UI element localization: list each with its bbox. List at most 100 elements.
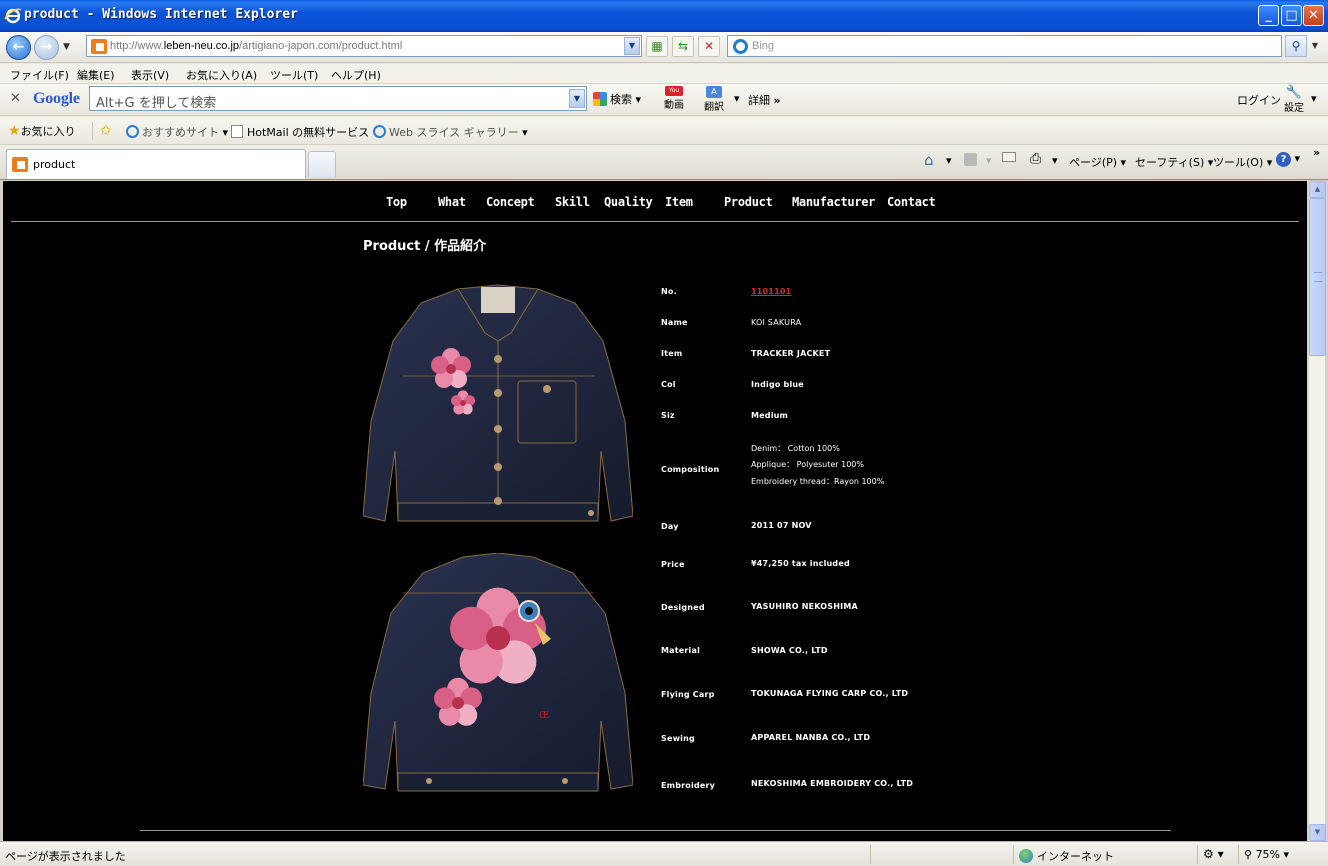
recent-pages-dropdown-icon[interactable]: ▼ (63, 42, 70, 52)
stop-icon[interactable]: ✕ (698, 36, 720, 57)
search-options-dropdown-icon[interactable]: ▼ (1308, 35, 1322, 57)
web-slice-gallery-link[interactable]: Web スライス ギャラリー ▾ (373, 124, 528, 140)
window-title: product - Windows Internet Explorer (24, 7, 298, 22)
spec-price-value: ¥47,250 tax included (751, 559, 850, 568)
nav-product[interactable]: Product (724, 195, 773, 209)
bing-icon (733, 39, 748, 54)
youtube-video-button[interactable]: You 動画 (664, 86, 684, 111)
address-url[interactable]: http://www.leben-neu.co.jp/artigiano-jap… (110, 40, 402, 52)
close-button[interactable]: ✕ (1303, 5, 1324, 26)
spec-day-value: 2011 07 NOV (751, 521, 812, 530)
zoom-level[interactable]: ⚲ 75% ▾ (1244, 848, 1289, 861)
menu-view[interactable]: 表示(V) (131, 67, 169, 83)
hotmail-link[interactable]: HotMail の無料サービス (231, 124, 369, 140)
wrench-icon: 🔧 (1285, 85, 1303, 100)
page-menu[interactable]: ページ(P) ▾ (1069, 154, 1126, 170)
tab-bar: product » ⌂ ▾ ▾ ⎙ ▾ ページ(P) ▾ セーフティ(S) ▾ … (0, 145, 1328, 179)
google-search-dropdown-icon[interactable]: ▼ (569, 89, 585, 108)
google-search-input[interactable]: Alt+G を押して検索 ▼ (89, 86, 587, 111)
spec-name-label: Name (661, 318, 688, 327)
site-nav: Top What Concept Skill Quality Item Prod… (3, 195, 1307, 215)
address-dropdown-icon[interactable]: ▼ (624, 37, 640, 55)
settings-dropdown-icon[interactable]: ▾ (1311, 92, 1317, 105)
favorites-bar: ★お気に入り ✩ おすすめサイト ▾ HotMail の無料サービス Web ス… (0, 117, 1328, 145)
content-viewport: Top What Concept Skill Quality Item Prod… (0, 179, 1328, 841)
google-logo: Google (33, 90, 80, 107)
search-icon[interactable]: ⚲ (1285, 35, 1307, 57)
mail-icon[interactable] (1002, 152, 1016, 165)
translate-icon: A (706, 86, 722, 98)
spec-day-label: Day (661, 522, 679, 531)
nav-top[interactable]: Top (386, 195, 407, 209)
scroll-down-icon[interactable]: ▼ (1309, 824, 1326, 841)
help-icon[interactable]: ? ▾ (1276, 152, 1300, 167)
status-divider (1013, 845, 1014, 864)
compatibility-view-icon[interactable]: ▦ (646, 36, 668, 57)
favorites-button[interactable]: ★お気に入り (8, 123, 76, 139)
menu-edit[interactable]: 編集(E) (77, 67, 115, 83)
more-button[interactable]: 詳細 » (748, 92, 781, 108)
nav-quality[interactable]: Quality (604, 195, 653, 209)
back-button[interactable]: ← (6, 35, 31, 60)
add-favorite-icon[interactable]: ✩ (100, 123, 112, 139)
nav-what[interactable]: What (438, 195, 466, 209)
spec-composition-line: Embroidery thread：Rayon 100% (751, 477, 885, 486)
spec-siz-value: Medium (751, 411, 789, 420)
star-icon: ★ (8, 123, 21, 139)
scroll-up-icon[interactable]: ▲ (1309, 181, 1326, 198)
ie-logo-icon (4, 8, 22, 24)
nav-concept[interactable]: Concept (486, 195, 535, 209)
suggested-sites-link[interactable]: おすすめサイト ▾ (126, 124, 228, 140)
jacket-front-image (363, 281, 633, 539)
spec-item-value: TRACKER JACKET (751, 349, 831, 358)
google-search-button[interactable]: 検索 ▾ (593, 91, 641, 107)
forward-button[interactable]: → (34, 35, 59, 60)
title-bar: product - Windows Internet Explorer _ □ … (0, 0, 1328, 32)
tab-label: product (33, 158, 76, 171)
search-input[interactable]: Bing (727, 35, 1282, 57)
nav-skill[interactable]: Skill (555, 195, 590, 209)
spec-col-value: Indigo blue (751, 380, 804, 389)
maximize-button[interactable]: □ (1281, 5, 1302, 26)
vertical-scrollbar[interactable]: ▲ ▼ (1308, 181, 1326, 841)
minimize-button[interactable]: _ (1258, 5, 1279, 26)
login-button[interactable]: ログイン (1237, 92, 1281, 108)
translate-dropdown-icon[interactable]: ▾ (734, 92, 740, 105)
spec-material-value: SHOWA CO., LTD (751, 646, 828, 655)
print-icon[interactable]: ⎙ (1030, 151, 1041, 167)
protected-mode-icon[interactable]: ⚙ ▾ (1203, 847, 1224, 861)
content-divider (140, 830, 1171, 831)
translate-button[interactable]: A 翻訳 (704, 86, 724, 113)
status-divider (870, 845, 871, 864)
spec-flying-carp-label: Flying Carp (661, 690, 715, 699)
nav-contact[interactable]: Contact (887, 195, 936, 209)
rss-dropdown-icon[interactable]: ▾ (986, 154, 992, 167)
settings-button[interactable]: 🔧 設定 (1284, 86, 1304, 114)
rss-feed-icon[interactable] (964, 153, 977, 169)
menu-tools[interactable]: ツール(T) (270, 67, 318, 83)
refresh-icon[interactable]: ⇆ (672, 36, 694, 57)
spec-sewing-label: Sewing (661, 734, 695, 743)
safety-menu[interactable]: セーフティ(S) ▾ (1135, 154, 1213, 170)
address-input[interactable]: http://www.leben-neu.co.jp/artigiano-jap… (86, 35, 642, 57)
youtube-icon: You (665, 86, 683, 96)
close-toolbar-icon[interactable]: ✕ (10, 91, 21, 106)
menu-file[interactable]: ファイル(F) (10, 67, 69, 83)
nav-item[interactable]: Item (665, 195, 693, 209)
spec-composition-label: Composition (661, 465, 720, 474)
toolbar-overflow-icon[interactable]: » (1313, 146, 1320, 159)
menu-favorites[interactable]: お気に入り(A) (186, 67, 257, 83)
spec-embroidery-value: NEKOSHIMA EMBROIDERY CO., LTD (751, 779, 914, 788)
menu-help[interactable]: ヘルプ(H) (331, 67, 381, 83)
spec-no-link[interactable]: 1101101 (751, 287, 791, 296)
home-dropdown-icon[interactable]: ▾ (946, 154, 952, 167)
spec-siz-label: Siz (661, 411, 675, 420)
spec-col-label: Col (661, 380, 676, 389)
tools-menu[interactable]: ツール(O) ▾ (1213, 154, 1272, 170)
home-icon[interactable]: ⌂ (924, 151, 934, 169)
new-tab-button[interactable] (308, 151, 336, 177)
print-dropdown-icon[interactable]: ▾ (1052, 154, 1058, 167)
nav-manufacturer[interactable]: Manufacturer (792, 195, 875, 209)
tab-product[interactable]: product (6, 149, 306, 179)
scrollbar-thumb[interactable] (1309, 198, 1326, 356)
